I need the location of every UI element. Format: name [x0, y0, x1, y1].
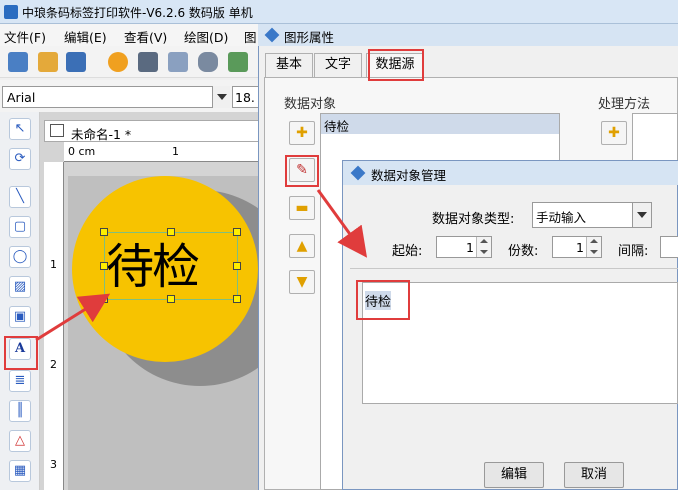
- arrow-to-label: [35, 293, 111, 342]
- arrow-to-manager: [316, 189, 368, 258]
- annotation-arrows: [35, 189, 368, 342]
